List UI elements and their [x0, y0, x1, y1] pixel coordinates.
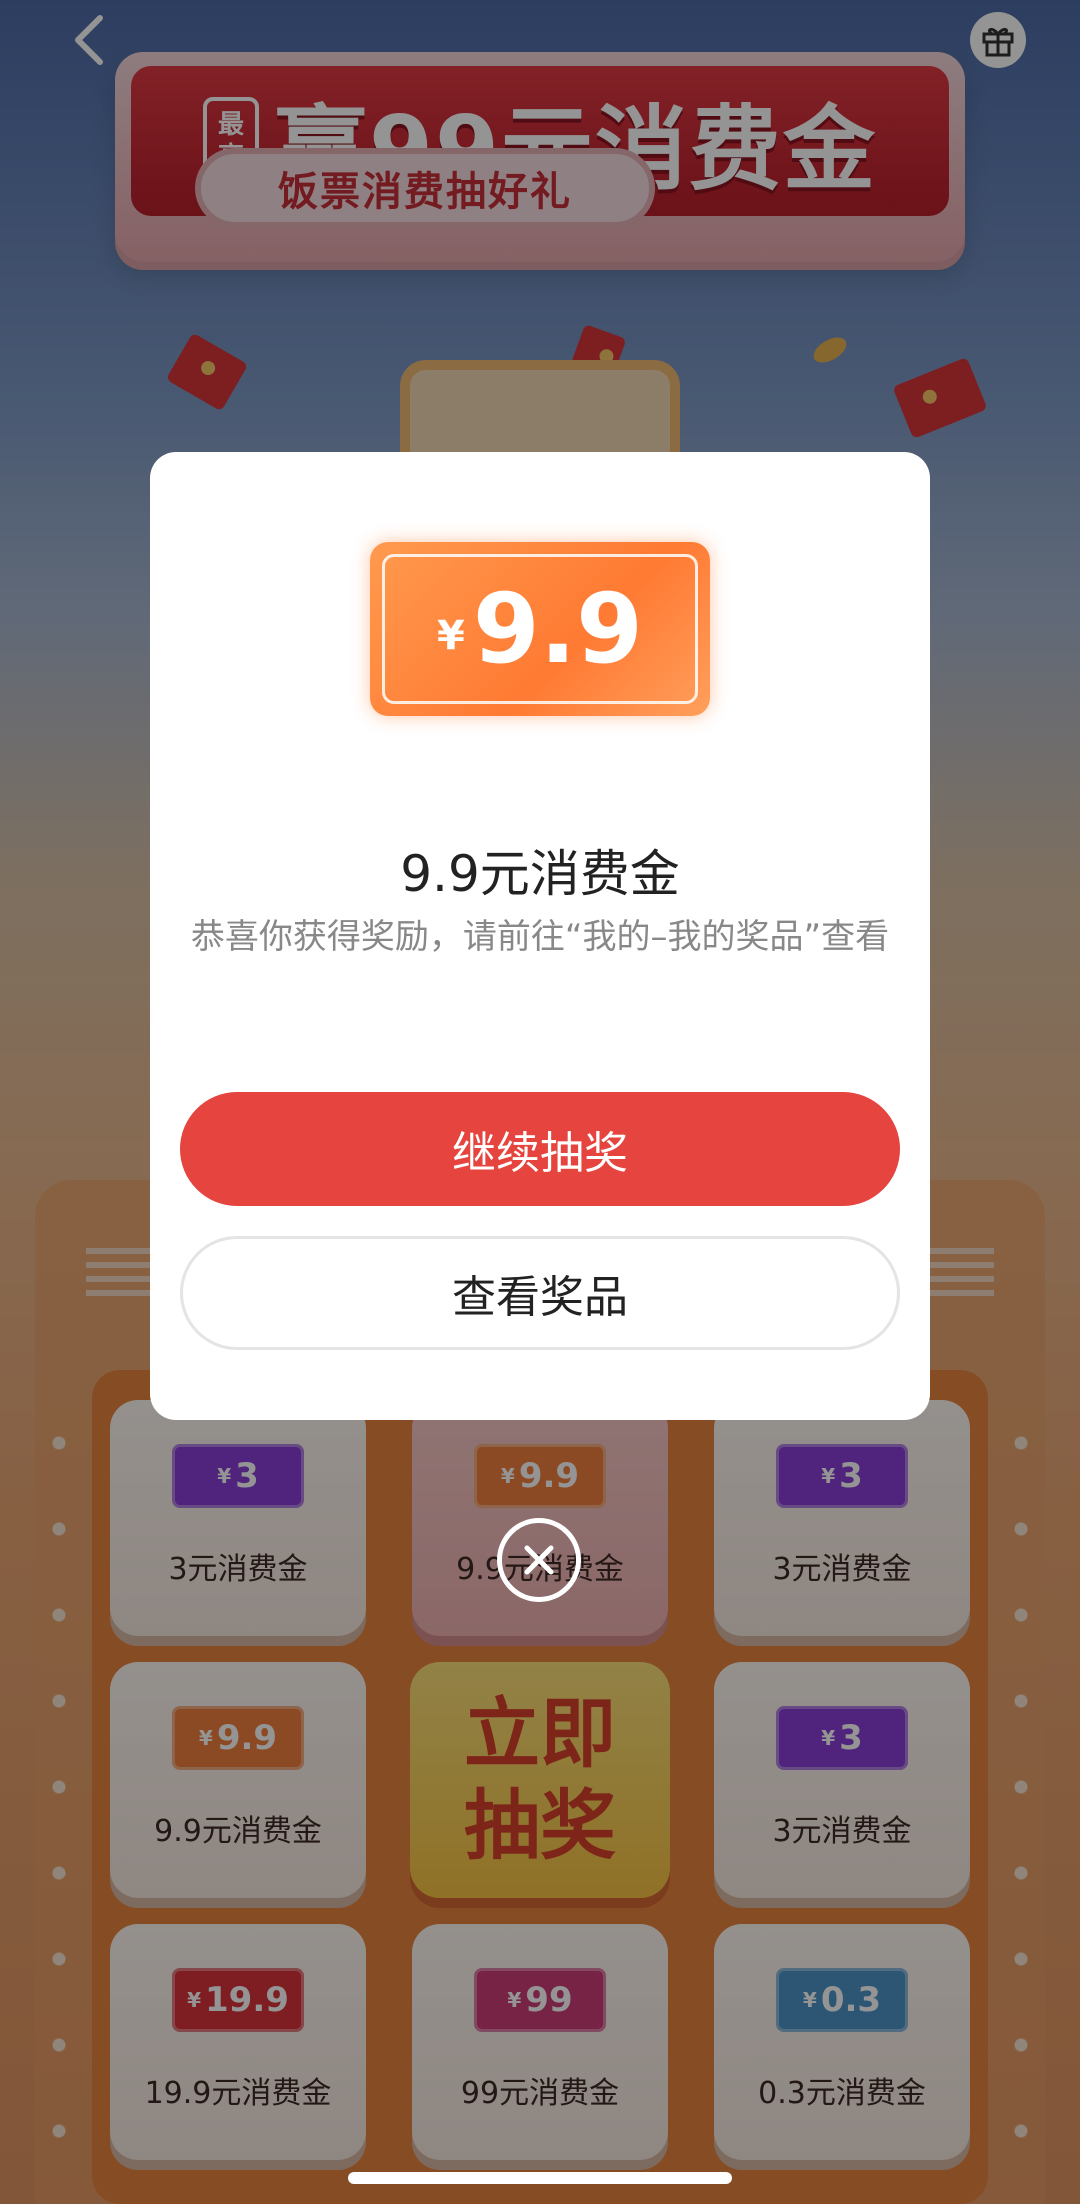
coupon-amount: 9.9	[472, 573, 643, 685]
close-dialog-button[interactable]	[497, 1518, 581, 1602]
coupon-yen-symbol: ¥	[437, 613, 465, 659]
close-icon	[524, 1545, 554, 1575]
view-prizes-label: 查看奖品	[452, 1272, 628, 1323]
dialog-message: 恭喜你获得奖励，请前往“我的–我的奖品”查看	[190, 917, 890, 957]
prize-result-dialog: ¥ 9.9 9.9元消费金 恭喜你获得奖励，请前往“我的–我的奖品”查看 继续抽…	[150, 452, 930, 1420]
continue-draw-button[interactable]: 继续抽奖	[180, 1092, 900, 1206]
home-indicator[interactable]	[348, 2172, 732, 2184]
continue-draw-label: 继续抽奖	[452, 1128, 628, 1179]
dialog-title: 9.9元消费金	[400, 845, 680, 903]
view-prizes-button[interactable]: 查看奖品	[180, 1236, 900, 1350]
prize-coupon: ¥ 9.9	[370, 542, 710, 716]
